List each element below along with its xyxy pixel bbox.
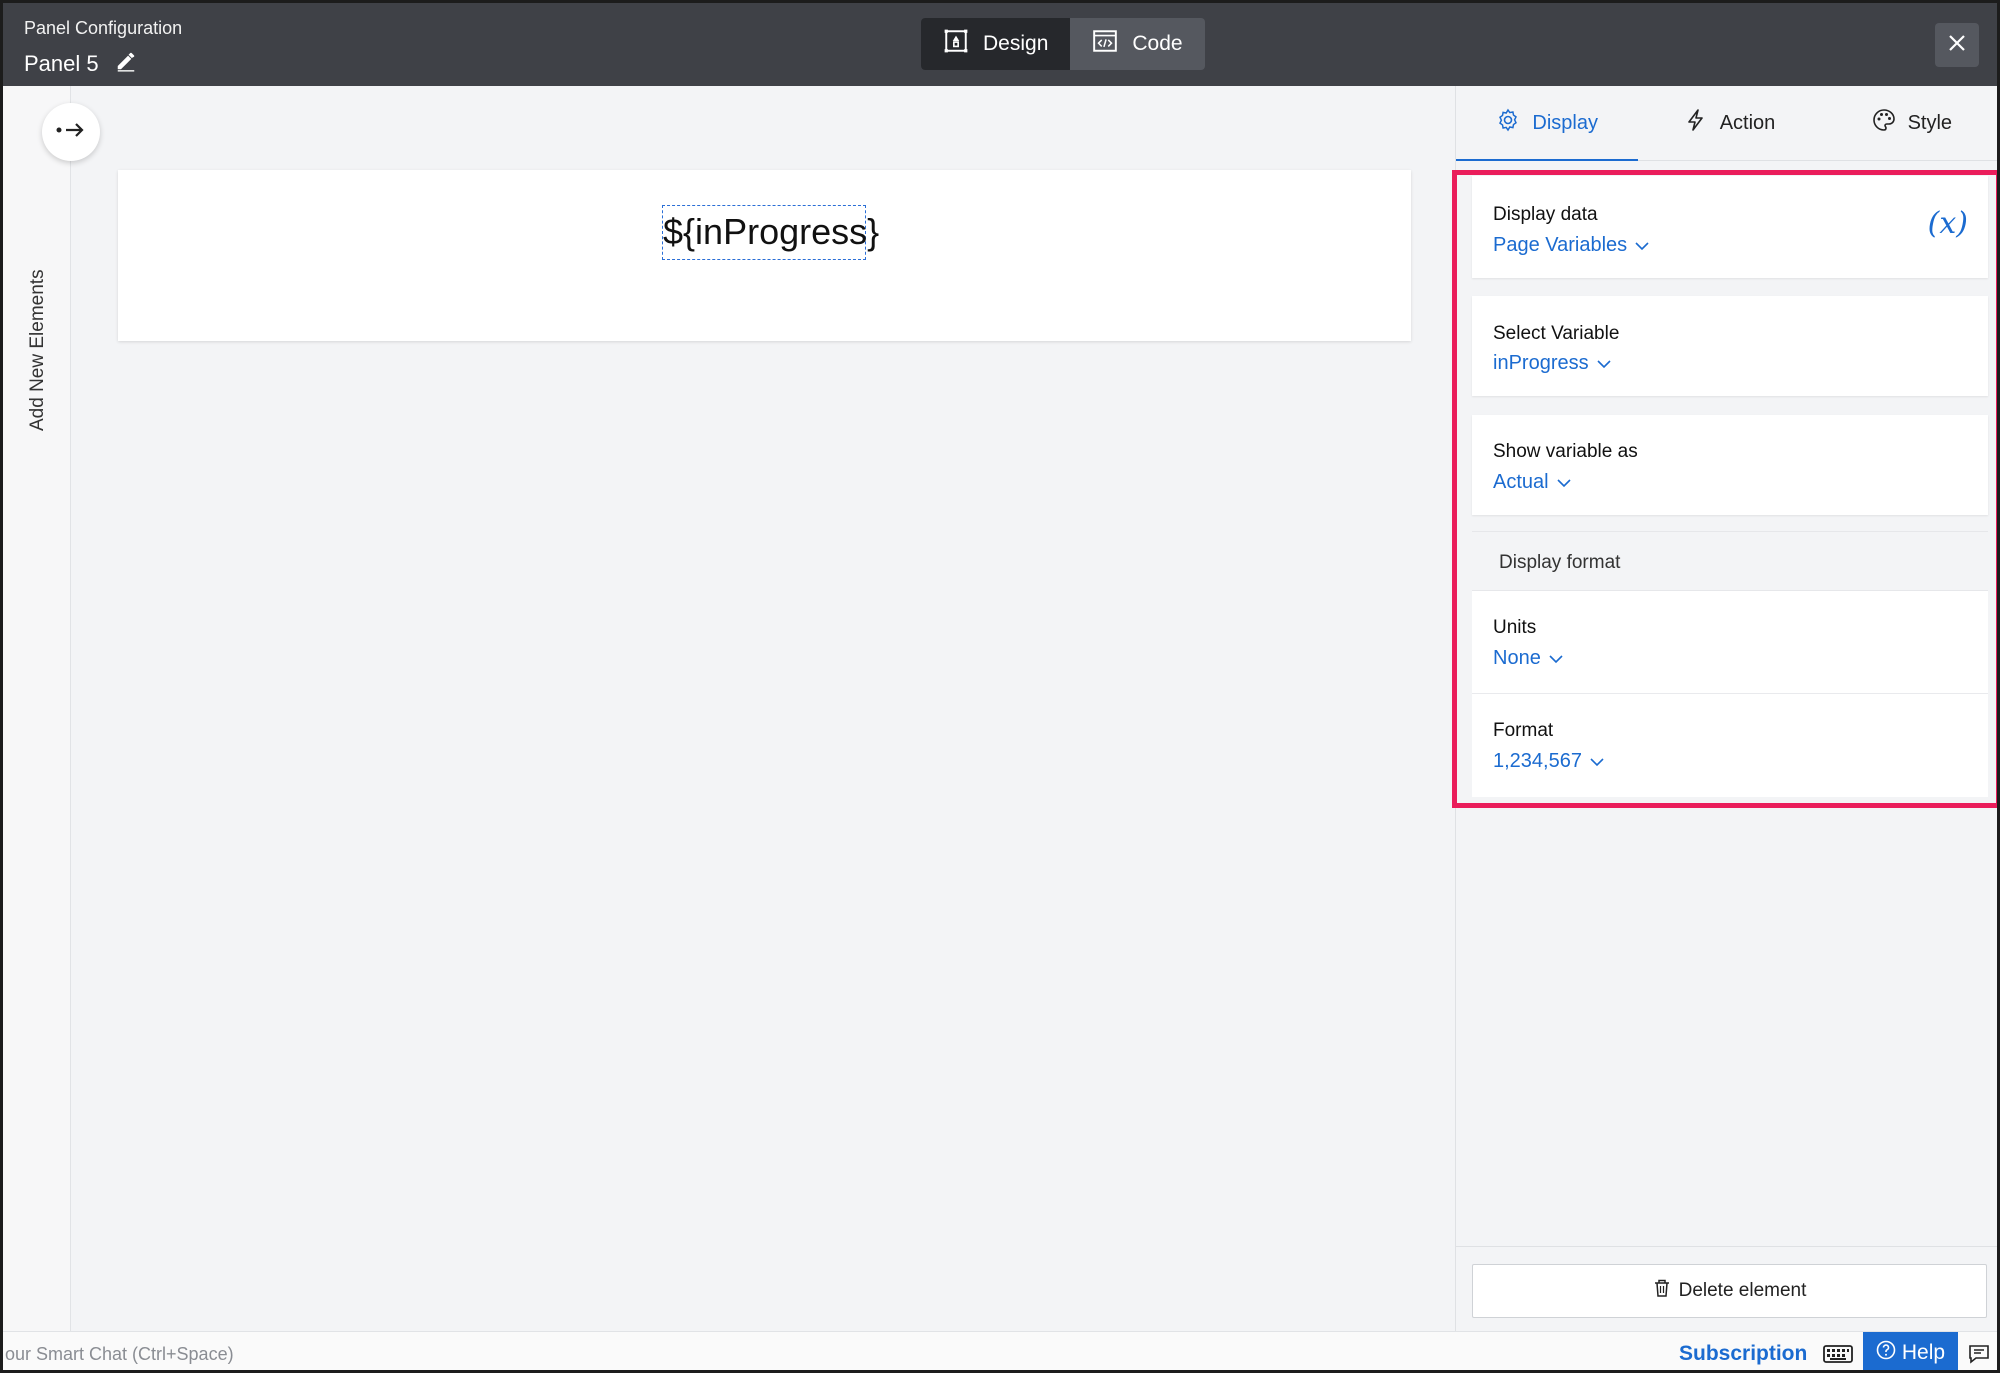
close-button[interactable]: [1935, 23, 1979, 67]
code-mode-label: Code: [1132, 32, 1183, 55]
tab-action[interactable]: Action: [1638, 86, 1820, 160]
question-circle-icon: [1876, 1340, 1896, 1366]
arrow-right-icon: [56, 120, 86, 145]
delete-element-button[interactable]: Delete element: [1472, 1264, 1987, 1318]
expand-elements-button[interactable]: [42, 103, 100, 161]
display-data-dropdown[interactable]: Page Variables: [1493, 234, 1649, 257]
select-variable-section: Select Variable inProgress: [1472, 296, 1988, 396]
edit-pencil-icon[interactable]: [115, 50, 137, 78]
chevron-down-icon: [1635, 234, 1649, 257]
variable-placeholder[interactable]: ${inProgress}: [662, 205, 879, 260]
smart-chat-input[interactable]: our Smart Chat (Ctrl+Space): [5, 1344, 234, 1365]
status-bar: our Smart Chat (Ctrl+Space) Subscription…: [3, 1331, 1997, 1370]
feedback-icon[interactable]: [1967, 1342, 1991, 1364]
tab-style-label: Style: [1907, 111, 1953, 134]
format-label: Format: [1493, 720, 1554, 741]
lightning-icon: [1684, 108, 1708, 138]
units-value: None: [1493, 647, 1541, 669]
select-variable-value: inProgress: [1493, 352, 1589, 374]
panel-canvas[interactable]: ${inProgress}: [118, 170, 1411, 341]
trash-icon: [1653, 1278, 1671, 1304]
header-subtitle: Panel Configuration: [24, 18, 183, 38]
chevron-down-icon: [1597, 352, 1611, 375]
select-variable-label: Select Variable: [1493, 323, 1620, 344]
add-new-elements-label[interactable]: Add New Elements: [27, 269, 49, 431]
palette-icon: [1872, 108, 1896, 138]
code-mode-button[interactable]: Code: [1070, 18, 1204, 70]
tab-display[interactable]: Display: [1456, 86, 1639, 161]
variable-x-icon[interactable]: (x): [1928, 206, 1968, 241]
code-icon: [1092, 28, 1118, 60]
show-variable-as-section: Show variable as Actual: [1472, 415, 1988, 515]
format-section: Format 1,234,567: [1472, 694, 1988, 797]
chevron-down-icon: [1557, 471, 1571, 494]
tab-display-label: Display: [1532, 111, 1598, 134]
display-data-section: Display data Page Variables (x): [1472, 176, 1988, 278]
format-value: 1,234,567: [1493, 750, 1582, 772]
panel-footer-divider: [1456, 1246, 1997, 1247]
design-mode-label: Design: [983, 32, 1049, 55]
format-dropdown[interactable]: 1,234,567: [1493, 750, 1604, 773]
panel-title: Panel 5: [24, 50, 137, 78]
units-dropdown[interactable]: None: [1493, 647, 1563, 670]
left-element-strip: Add New Elements: [3, 86, 71, 1331]
show-variable-as-label: Show variable as: [1493, 441, 1638, 462]
properties-panel: Display Action Style Display data Page V…: [1452, 86, 1997, 1331]
show-variable-as-dropdown[interactable]: Actual: [1493, 471, 1571, 494]
select-variable-dropdown[interactable]: inProgress: [1493, 352, 1611, 375]
subscription-link[interactable]: Subscription: [1679, 1342, 1807, 1366]
display-data-value: Page Variables: [1493, 234, 1628, 256]
tab-style[interactable]: Style: [1821, 86, 1997, 160]
display-format-label: Display format: [1499, 552, 1621, 573]
show-variable-as-value: Actual: [1493, 471, 1549, 493]
keyboard-icon[interactable]: [1823, 1344, 1853, 1364]
display-data-label: Display data: [1493, 204, 1598, 225]
tab-action-label: Action: [1719, 111, 1776, 134]
design-icon: [943, 28, 969, 60]
help-label: Help: [1901, 1341, 1946, 1364]
top-bar: Panel Configuration Panel 5 Design Code: [3, 3, 1997, 86]
units-section: Units None: [1472, 591, 1988, 694]
display-format-header: Display format: [1472, 531, 1988, 591]
gear-icon: [1496, 108, 1520, 138]
mode-switch: Design Code: [921, 18, 1205, 70]
properties-tabs: Display Action Style: [1456, 86, 1997, 161]
help-button[interactable]: Help: [1863, 1332, 1958, 1370]
close-icon: [1947, 33, 1967, 58]
design-mode-button[interactable]: Design: [921, 18, 1071, 70]
panel-name: Panel 5: [24, 51, 99, 76]
delete-element-label: Delete element: [1678, 1280, 1807, 1301]
units-label: Units: [1493, 617, 1537, 638]
chevron-down-icon: [1590, 750, 1604, 773]
chevron-down-icon: [1549, 647, 1563, 670]
app-window: Panel Configuration Panel 5 Design Code: [0, 0, 2000, 1373]
